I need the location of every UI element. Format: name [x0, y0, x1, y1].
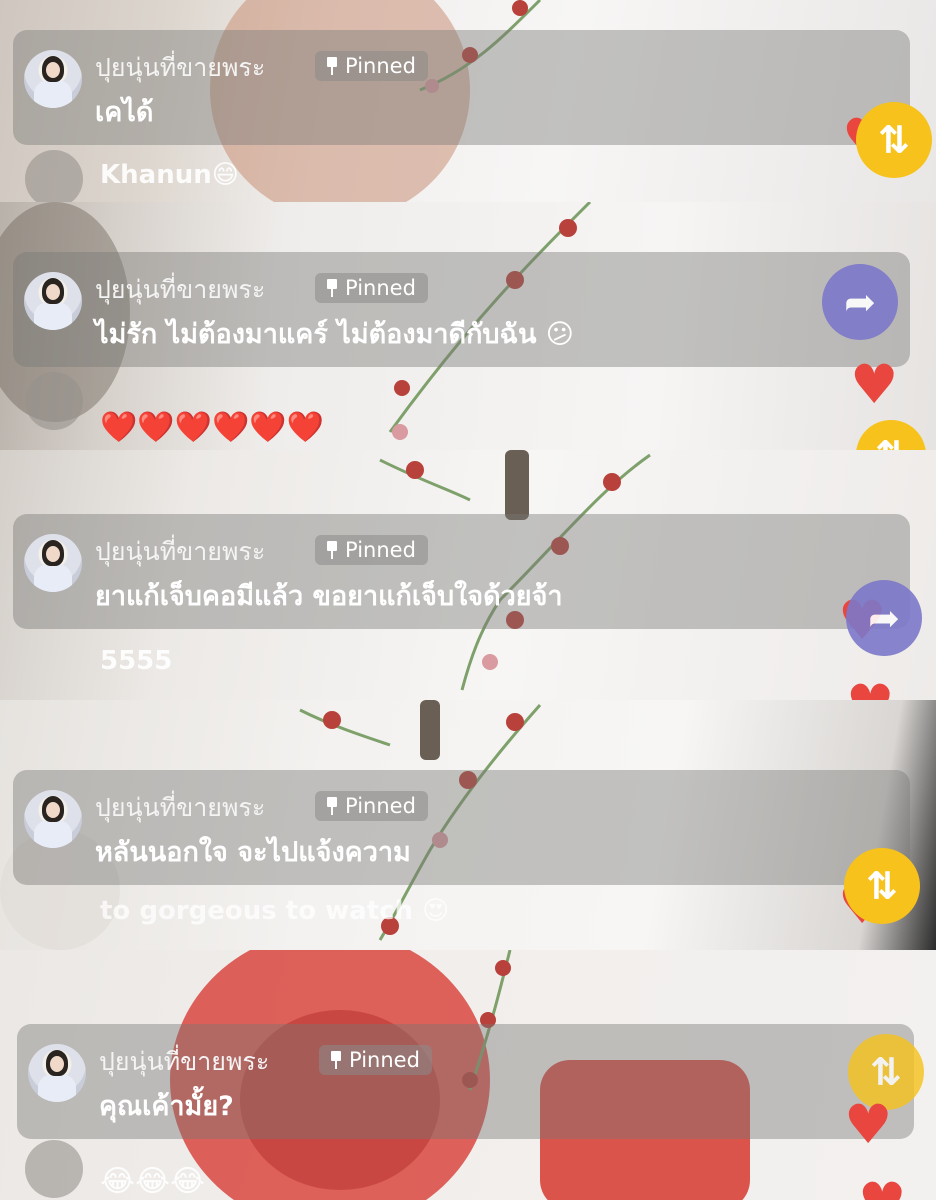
comment-username[interactable]: ปุยนุ่นที่ขายพระ: [95, 48, 265, 88]
heart-icon: ♥: [846, 678, 894, 701]
heart-icon: ♥: [858, 1176, 906, 1200]
live-strip-2: ปุยนุ่นที่ขายพระ Pinned ไม่รัก ไม่ต้องมา…: [0, 202, 936, 450]
live-strip-4: ปุยนุ่นที่ขายพระ Pinned หลันนอกใจ จะไปแจ…: [0, 700, 936, 950]
pin-icon: [325, 541, 339, 559]
comment-text: 5555: [100, 646, 173, 676]
pin-icon: [325, 57, 339, 75]
comment-message: คุณเค้ามั้ย?: [99, 1091, 234, 1122]
avatar[interactable]: [28, 1044, 86, 1102]
comment-text: to gorgeous to watch 😍: [100, 896, 450, 926]
pinned-comment[interactable]: ปุยนุ่นที่ขายพระ Pinned คุณเค้ามั้ย?: [17, 1024, 914, 1139]
pinned-comment[interactable]: ปุยนุ่นที่ขายพระ Pinned หลันนอกใจ จะไปแจ…: [13, 770, 910, 885]
avatar: [25, 150, 83, 202]
share-icon[interactable]: ➦: [822, 264, 898, 340]
pin-icon: [325, 279, 339, 297]
comment-username[interactable]: ปุยนุ่นที่ขายพระ: [95, 532, 265, 572]
comment-message: ยาแก้เจ็บคอมีแล้ว ขอยาแก้เจ็บใจด้วยจ้า: [95, 581, 563, 612]
pinned-comment[interactable]: ปุยนุ่นที่ขายพระ Pinned ไม่รัก ไม่ต้องมา…: [13, 252, 910, 367]
repost-icon[interactable]: ⇅: [856, 102, 932, 178]
avatar[interactable]: [24, 50, 82, 108]
share-icon[interactable]: ➦: [846, 580, 922, 656]
avatar[interactable]: [24, 534, 82, 592]
comment-row: Khanun😄: [100, 160, 239, 190]
live-strip-5: ปุยนุ่นที่ขายพระ Pinned คุณเค้ามั้ย? 😂😂😂…: [0, 950, 936, 1200]
comment-message: ไม่รัก ไม่ต้องมาแคร์ ไม่ต้องมาดีกับฉัน 😕: [95, 319, 574, 350]
pinned-badge: Pinned: [315, 791, 428, 821]
live-strip-3: ปุยนุ่นที่ขายพระ Pinned ยาแก้เจ็บคอมีแล้…: [0, 450, 936, 700]
avatar: [25, 1140, 83, 1198]
comment-username[interactable]: ปุยนุ่นที่ขายพระ: [95, 270, 265, 310]
avatar[interactable]: [24, 790, 82, 848]
live-strip-1: ปุยนุ่นที่ขายพระ Pinned เคได้ Khanun😄 ♥ …: [0, 0, 936, 202]
repost-icon[interactable]: ⇅: [844, 848, 920, 924]
pinned-badge: Pinned: [315, 535, 428, 565]
comment-username: Khanun: [100, 160, 212, 190]
heart-icon: ♥: [844, 1093, 893, 1156]
pinned-comment[interactable]: ปุยนุ่นที่ขายพระ Pinned เคได้: [13, 30, 910, 145]
heart-icon: ♥: [850, 353, 899, 416]
comment-message: เคได้: [95, 97, 154, 128]
avatar: [25, 372, 83, 430]
comment-username[interactable]: ปุยนุ่นที่ขายพระ: [99, 1042, 269, 1082]
comment-message: หลันนอกใจ จะไปแจ้งความ: [95, 837, 411, 868]
pinned-comment[interactable]: ปุยนุ่นที่ขายพระ Pinned ยาแก้เจ็บคอมีแล้…: [13, 514, 910, 629]
comment-username[interactable]: ปุยนุ่นที่ขายพระ: [95, 788, 265, 828]
comment-text: 😄: [211, 160, 239, 190]
pin-icon: [325, 797, 339, 815]
comment-text: ❤️❤️❤️❤️❤️❤️: [100, 410, 325, 445]
pinned-badge: Pinned: [315, 51, 428, 81]
pinned-badge: Pinned: [319, 1045, 432, 1075]
comment-text: 😂😂😂: [100, 1164, 206, 1199]
avatar[interactable]: [24, 272, 82, 330]
pin-icon: [329, 1051, 343, 1069]
pinned-badge: Pinned: [315, 273, 428, 303]
